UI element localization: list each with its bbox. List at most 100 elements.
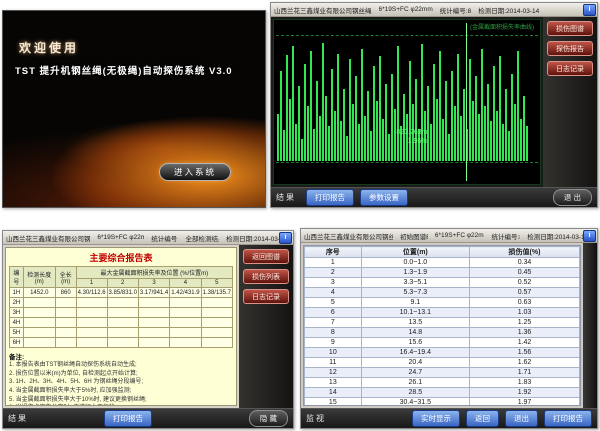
params-button[interactable]: 参数设置 [360,189,408,206]
list-row[interactable]: 33.3~5.10.52 [305,278,580,288]
report-subheader-cell: 1 [76,279,107,288]
back-button[interactable]: 返回 [466,410,499,427]
report-cell: 3.85/831.0 [107,288,138,298]
chart-cursor[interactable] [466,23,467,180]
signal-bar [370,131,372,161]
signal-bar [349,59,351,161]
signal-bar [340,121,342,161]
report-cell: 1452.0 [23,288,55,298]
list-cell: 6 [305,308,362,318]
list-titlebar: 山西兰花三鑫煤业有限公司钢丝绳 初始图谱B 6*19S+FC φ22mm 统计编… [301,229,597,243]
report-cell [138,298,169,308]
list-row[interactable]: 1016.4~19.41.56 [305,348,580,358]
report-cell [170,338,201,348]
signal-bar [439,51,441,161]
exit-button[interactable]: 退 出 [553,189,592,206]
report-cell [107,298,138,308]
list-cell: 11 [305,358,362,368]
log-record-button[interactable]: 日志记录 [243,289,289,304]
list-cell: 1.56 [470,348,580,358]
detect-date: 检测日期:2014-03-14 [478,5,539,15]
signal-bar [511,74,513,161]
list-row[interactable]: 1530.4~31.51.97 [305,398,580,407]
report-row[interactable]: 4H [10,318,233,328]
list-cell: 9.1 [361,298,469,308]
print-report-button[interactable]: 打印报告 [104,410,152,427]
list-row[interactable]: 10.0~1.00.34 [305,258,580,268]
list-row[interactable]: 1326.11.83 [305,378,580,388]
list-cell: 13 [305,378,362,388]
signal-bar [316,81,318,161]
list-row[interactable]: 713.51.25 [305,318,580,328]
list-row[interactable]: 814.81.36 [305,328,580,338]
list-cell: 3 [305,278,362,288]
log-record-button[interactable]: 日志记录 [547,61,593,76]
report-subheader-cell: 5 [201,279,232,288]
signal-bar [499,56,501,161]
note-line: 1. 本报告表由TST钢丝绳自动探伤系统自动生成; [9,361,233,370]
signal-bar [367,91,369,161]
list-row[interactable]: 59.10.63 [305,298,580,308]
rope-spec: 6*19S+FC φ22mm [97,234,144,241]
list-row[interactable]: 45.3~7.30.57 [305,288,580,298]
list-row[interactable]: 610.1~13.11.03 [305,308,580,318]
list-row[interactable]: 915.61.42 [305,338,580,348]
info-icon[interactable]: i [279,232,292,244]
report-row[interactable]: 1H1452.08604.30/112.63.85/831.03.17/941.… [10,288,233,298]
report-cell [138,338,169,348]
batch-label: 统计编号:8 [440,5,471,15]
report-cell: 2H [10,298,24,308]
signal-bar [337,54,339,161]
list-row[interactable]: 1120.41.62 [305,358,580,368]
signal-bar [298,86,300,161]
info-icon[interactable]: i [583,230,596,242]
detect-date: 检测日期:2014-03-14 [226,233,279,243]
report-cell [23,318,55,328]
list-cell: 0.45 [470,268,580,278]
info-icon[interactable]: i [583,4,596,16]
report-row[interactable]: 5H [10,328,233,338]
report-row[interactable]: 6H [10,338,233,348]
damage-list-button[interactable]: 损伤列表 [243,269,289,284]
status-text: 结果 [8,413,28,424]
hide-button[interactable]: 隐 藏 [249,410,288,427]
enter-system-button[interactable]: 进入系统 [159,163,231,181]
list-cell: 10.1~13.1 [361,308,469,318]
report-cell [170,308,201,318]
report-row[interactable]: 2H [10,298,233,308]
list-statusbar: 监视 实时显示 返回 退出 打印报告 [301,408,597,428]
report-cell [138,328,169,338]
list-cell: 30.4~31.5 [361,398,469,407]
damage-list-window: 山西兰花三鑫煤业有限公司钢丝绳 初始图谱B 6*19S+FC φ22mm 统计编… [300,228,598,429]
report-row[interactable]: 3H [10,308,233,318]
list-row[interactable]: 21.3~1.90.45 [305,268,580,278]
list-row[interactable]: 1428.51.92 [305,388,580,398]
report-cell [55,338,76,348]
report-cell [170,318,201,328]
list-row[interactable]: 1224.71.71 [305,368,580,378]
report-table: 编号检测长度(m)全长(m)最大金属截面积损失率及位置 (%/位置m)12345… [9,266,233,348]
exit-button[interactable]: 退出 [505,410,538,427]
report-cell [107,338,138,348]
signal-bar [364,116,366,161]
realtime-button[interactable]: 实时显示 [412,410,460,427]
flaw-report-button[interactable]: 探伤报告 [547,41,593,56]
print-report-button[interactable]: 打印报告 [306,189,354,206]
signal-bar [508,131,510,161]
back-to-graph-button[interactable]: 返回图谱 [243,249,289,264]
waveform-chart[interactable]: (金属截面积损失率曲线) 820.263m 1.96% [273,19,541,185]
chart-caption: (金属截面积损失率曲线) [470,22,534,31]
signal-bar [445,81,447,161]
batch-label: 统计编号:8 [491,231,520,241]
print-report-button[interactable]: 打印报告 [544,410,592,427]
list-header-cell: 位置(m) [361,247,469,258]
signal-bar [355,76,357,161]
report-statusbar: 结果 打印报告 隐 藏 [3,408,293,428]
damage-graph-button[interactable]: 损伤图谱 [547,21,593,36]
list-header-cell: 序号 [305,247,362,258]
signal-bar [322,43,324,161]
note-line: 4. 当金属截面积损失率大于5%时, 应加强监测; [9,387,233,396]
signal-bar [304,64,306,161]
status-text: 监视 [306,413,326,424]
signal-bar [379,56,381,161]
